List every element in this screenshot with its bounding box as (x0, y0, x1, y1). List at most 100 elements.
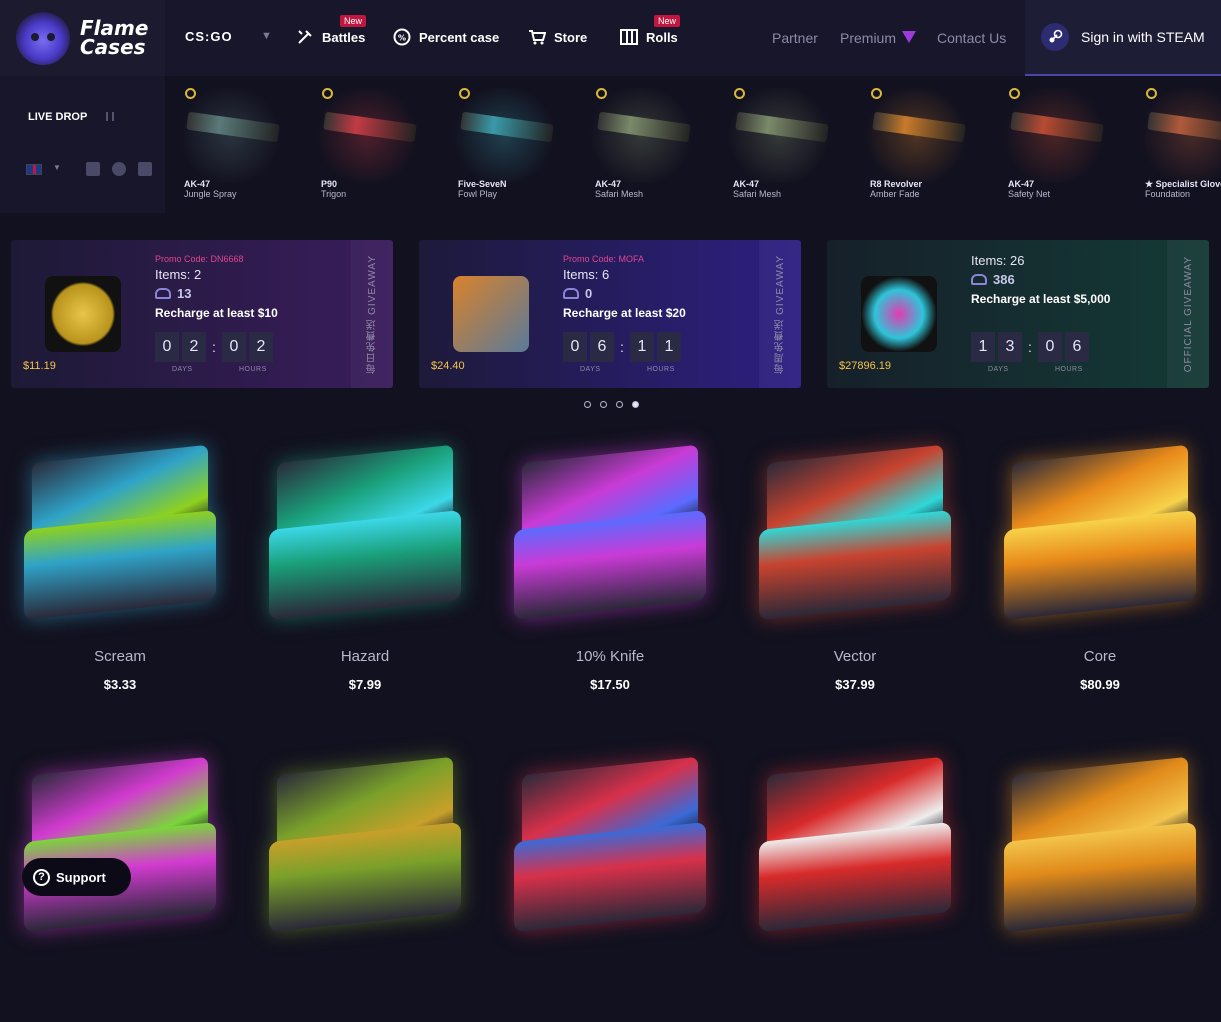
case-body (269, 821, 461, 933)
case-price: $7.99 (348, 677, 382, 692)
svg-text:%: % (398, 34, 406, 43)
timer-digit: 2 (182, 332, 206, 362)
nav-store-label: Store (554, 29, 588, 45)
participants: 13 (155, 286, 191, 301)
nav-rolls[interactable]: Rolls (620, 28, 678, 46)
nav-percent-case[interactable]: % Percent case (393, 28, 499, 46)
premium-link[interactable]: Premium (840, 30, 896, 46)
timer-digit: 0 (222, 332, 246, 362)
live-drop-item[interactable]: ★ Specialist GlovesFoundation (1126, 76, 1221, 213)
brand-line2: Cases (80, 35, 146, 59)
facebook-icon[interactable] (138, 162, 152, 176)
timer-digit: 1 (971, 332, 995, 362)
timer-separator: : (212, 339, 216, 355)
case-body (759, 509, 951, 621)
case-body (24, 509, 216, 621)
case-card[interactable]: Scream $3.33 (0, 440, 240, 710)
pause-icon[interactable] (106, 112, 114, 121)
timer-digit: 0 (563, 332, 587, 362)
timer-digit: 3 (998, 332, 1022, 362)
carousel-dot[interactable] (600, 401, 607, 408)
case-icon (871, 88, 882, 99)
header: Flame Cases CS:GO ▼ New Battles % Percen… (0, 0, 1221, 76)
recharge-requirement: Recharge at least $5,000 (971, 292, 1111, 306)
chevron-down-icon[interactable]: ▼ (261, 30, 272, 42)
giveaway-card[interactable]: $27896.19 Items: 26 386 Recharge at least $… (827, 240, 1209, 388)
case-image (14, 440, 226, 630)
countdown-timer: 13:06 (971, 332, 1089, 362)
case-card[interactable] (490, 752, 730, 1022)
game-selector[interactable]: CS:GO (185, 29, 233, 44)
case-card[interactable] (980, 752, 1220, 1022)
timer-digit: 6 (1065, 332, 1089, 362)
case-image (14, 752, 226, 942)
giveaway-type: 每日免費送 GIVEAWAY (366, 254, 378, 374)
days-label: DAYS (988, 366, 1009, 373)
live-drop-feed: AK-47 Jungle Spray P90 Trigon Five-SeveN Fowl… (165, 76, 1221, 213)
carousel-dot[interactable] (584, 401, 591, 408)
live-drop-item[interactable]: AK-47 Safety Net (989, 76, 1126, 213)
hours-label: HOURS (239, 366, 267, 373)
logo[interactable]: Flame Cases (0, 0, 165, 76)
participants: 386 (971, 272, 1015, 287)
live-drop-item[interactable]: AK-47 Safari Mesh (714, 76, 851, 213)
case-card[interactable] (245, 752, 485, 1022)
case-image (504, 752, 716, 942)
case-name: Core (1083, 648, 1117, 665)
promo-code: Promo Code: MOFA (563, 254, 645, 264)
live-drop-item[interactable]: R8 Revolver Amber Fade (851, 76, 988, 213)
case-card[interactable]: 10% Knife $17.50 (490, 440, 730, 710)
signin-label: Sign in with STEAM (1081, 29, 1205, 45)
live-drop-item[interactable]: AK-47 Jungle Spray (165, 76, 302, 213)
uk-flag-icon[interactable] (26, 164, 42, 175)
carousel-dot-active[interactable] (632, 401, 639, 408)
partner-link[interactable]: Partner (772, 30, 818, 46)
chevron-down-icon[interactable]: ▼ (53, 163, 61, 172)
giveaway-card[interactable]: $11.19 Promo Code: DN6668 Items: 2 13 Rechar… (11, 240, 393, 388)
giveaway-side-label: 每日免費送 GIVEAWAY (351, 240, 393, 388)
case-image (504, 440, 716, 630)
steam-signin-button[interactable]: Sign in with STEAM (1025, 0, 1221, 76)
giveaway-thumbnail (453, 276, 529, 352)
giveaway-amount: $24.40 (431, 360, 465, 372)
case-price: $37.99 (835, 677, 875, 692)
giveaway-items: Items: 6 (563, 267, 610, 282)
carousel-dot[interactable] (616, 401, 623, 408)
skull-logo-icon (16, 11, 70, 65)
drop-weapon: R8 Revolver (870, 179, 923, 189)
nav-battles[interactable]: Battles (296, 28, 365, 46)
hours-label: HOURS (1055, 366, 1083, 373)
live-drop-item[interactable]: Five-SeveN Fowl Play (439, 76, 576, 213)
drop-skin: Safety Net (1008, 189, 1051, 199)
case-card[interactable]: Hazard $7.99 (245, 440, 485, 710)
giveaway-amount: $27896.19 (839, 360, 891, 372)
case-card[interactable]: Core $80.99 (980, 440, 1220, 710)
support-label: Support (56, 869, 106, 885)
tiktok-icon[interactable] (86, 162, 100, 176)
giveaway-type: 每周免費送 GIVEAWAY (774, 254, 786, 374)
live-drop-item[interactable]: P90 Trigon (302, 76, 439, 213)
case-icon (1146, 88, 1157, 99)
case-body (1004, 509, 1196, 621)
giveaway-items: Items: 26 (971, 253, 1025, 268)
timer-separator: : (1028, 339, 1032, 355)
support-button[interactable]: ? Support (22, 858, 131, 896)
case-icon (459, 88, 470, 99)
case-body (514, 509, 706, 621)
case-card[interactable] (735, 752, 975, 1022)
giveaway-card[interactable]: $24.40 Promo Code: MOFA Items: 6 0 Recharge … (419, 240, 801, 388)
twitter-icon[interactable] (112, 162, 126, 176)
nav-store[interactable]: Store (528, 28, 587, 46)
case-image (749, 752, 961, 942)
nav-rolls-label: Rolls (646, 29, 678, 45)
case-card[interactable]: Vector $37.99 (735, 440, 975, 710)
contact-link[interactable]: Contact Us (937, 30, 1006, 46)
case-icon (1009, 88, 1020, 99)
live-drop-item[interactable]: AK-47 Safari Mesh (576, 76, 713, 213)
drop-weapon: P90 (321, 179, 338, 189)
promo-code: Promo Code: DN6668 (155, 254, 244, 264)
timer-separator: : (620, 339, 624, 355)
case-body (514, 821, 706, 933)
percent-icon: % (393, 28, 411, 46)
giveaway-thumbnail (45, 276, 121, 352)
